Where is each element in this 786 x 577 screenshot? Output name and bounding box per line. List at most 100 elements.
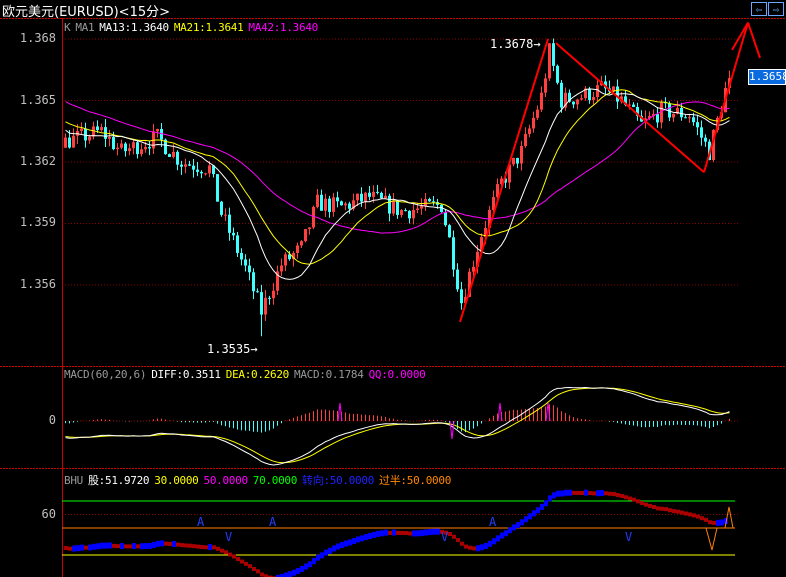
- bhu-signal-A: A: [269, 515, 277, 529]
- candle-up: [140, 149, 143, 155]
- bhu-bar-falling: [692, 513, 696, 518]
- bhu-bar-rising: [556, 490, 560, 497]
- bhu-bar-falling: [612, 492, 616, 497]
- bhu-bar-rising: [564, 489, 568, 496]
- bhu-bar-falling: [572, 490, 576, 495]
- candle-down: [112, 137, 115, 150]
- bhu-bar-falling: [396, 530, 400, 535]
- candle-down: [216, 174, 219, 202]
- candle-down: [360, 193, 363, 202]
- candle-down: [380, 192, 383, 199]
- diff-line: [65, 386, 730, 466]
- bhu-bar-rising: [548, 495, 552, 502]
- bhu-bar-rising: [536, 507, 540, 514]
- candle-down: [68, 137, 71, 148]
- bhu-50: 50.0000: [203, 474, 249, 487]
- bhu-half: 过半:50.0000: [379, 474, 452, 487]
- candle-up: [532, 117, 535, 129]
- bhu-bar-rising: [424, 529, 428, 536]
- bhu-bar-rising: [368, 533, 372, 540]
- candle-down: [244, 259, 247, 266]
- candle-up: [132, 142, 135, 149]
- bhu-bar-rising: [508, 527, 512, 534]
- bhu-bar-falling: [180, 543, 184, 548]
- candle-down: [84, 128, 87, 141]
- candle-up: [576, 99, 579, 105]
- candle-up: [308, 227, 311, 230]
- candle-down: [368, 192, 371, 197]
- bhu-turn: 转向:50.0000: [302, 474, 375, 487]
- candle-up: [316, 194, 319, 207]
- candle-up: [264, 297, 267, 315]
- bhu-bar-rising: [524, 516, 528, 523]
- bhu-bar-rising: [208, 544, 212, 551]
- bhu-bar-falling: [188, 543, 192, 548]
- candle-up: [592, 97, 595, 101]
- bhu-bar-falling: [168, 541, 172, 546]
- bhu-bar-rising: [104, 542, 108, 549]
- bhu-bar-falling: [400, 530, 404, 535]
- candle-down: [240, 252, 243, 260]
- arrowhead-left: [731, 22, 749, 51]
- bhu-bar-rising: [480, 544, 484, 551]
- candle-down: [692, 117, 695, 123]
- bhu-bar-rising: [384, 529, 388, 536]
- bhu-bar-rising: [156, 540, 160, 547]
- arrowhead-right: [747, 22, 761, 59]
- bhu-bar-falling: [256, 569, 260, 574]
- candle-down: [192, 165, 195, 170]
- candle-down: [460, 289, 463, 304]
- candle-down: [320, 194, 323, 211]
- candle-down: [232, 232, 235, 236]
- bhu-bar-rising: [360, 535, 364, 542]
- bhu-bar-rising: [336, 543, 340, 550]
- bhu-bar-falling: [164, 541, 168, 546]
- candle-up: [472, 266, 475, 272]
- candle-down: [448, 225, 451, 238]
- bhu-bar-rising: [416, 530, 420, 537]
- candle-down: [700, 127, 703, 138]
- candle-down: [704, 137, 707, 142]
- bhu-bar-falling: [664, 507, 668, 512]
- bhu-bar-falling: [200, 545, 204, 550]
- bhu-bar-falling: [184, 543, 188, 548]
- candle-down: [432, 201, 435, 203]
- bhu-bar-rising: [332, 545, 336, 552]
- dea-line: [65, 387, 730, 464]
- bhu-bar-falling: [112, 543, 116, 548]
- bhu-bar-rising: [288, 571, 292, 577]
- candle-down: [168, 154, 171, 157]
- candle-down: [136, 142, 139, 155]
- bhu-legend: BHU 股:51.9720 30.0000 50.0000 70.0000 转向:50.0…: [64, 472, 456, 488]
- bhu-bar-falling: [712, 520, 716, 525]
- legend-ma21: MA21:1.3641: [173, 21, 244, 34]
- candle-up: [384, 195, 387, 199]
- bhu-bar-falling: [472, 546, 476, 551]
- candle-up: [688, 117, 691, 119]
- candle-up: [72, 135, 75, 148]
- chart-canvas[interactable]: A V A V A V: [0, 0, 786, 577]
- ma21-line: [65, 89, 730, 265]
- candle-down: [124, 143, 127, 152]
- bhu-bar-rising: [520, 519, 524, 526]
- bhu-bar-rising: [100, 542, 104, 549]
- bhu-bar-rising: [540, 503, 544, 510]
- bhu-70: 70.0000: [252, 474, 298, 487]
- candle-up: [524, 133, 527, 146]
- candle-up: [412, 209, 415, 219]
- bhu-bar-falling: [676, 509, 680, 514]
- high-price-label: 1.3678→: [490, 37, 541, 51]
- bhu-bar-falling: [64, 546, 68, 551]
- price-tick: 1.356: [19, 277, 56, 291]
- bhu-bar-rising: [120, 543, 124, 550]
- bhu-bar-rising: [532, 510, 536, 517]
- bhu-bar-rising: [484, 542, 488, 549]
- candle-up: [172, 151, 175, 157]
- bhu-signal-V: V: [225, 530, 232, 544]
- candle-down: [260, 292, 263, 315]
- bhu-bar-rising: [340, 542, 344, 549]
- candle-down: [348, 203, 351, 209]
- bhu-signal-V: V: [441, 530, 448, 544]
- bhu-bar-falling: [616, 493, 620, 498]
- candle-up: [512, 157, 515, 165]
